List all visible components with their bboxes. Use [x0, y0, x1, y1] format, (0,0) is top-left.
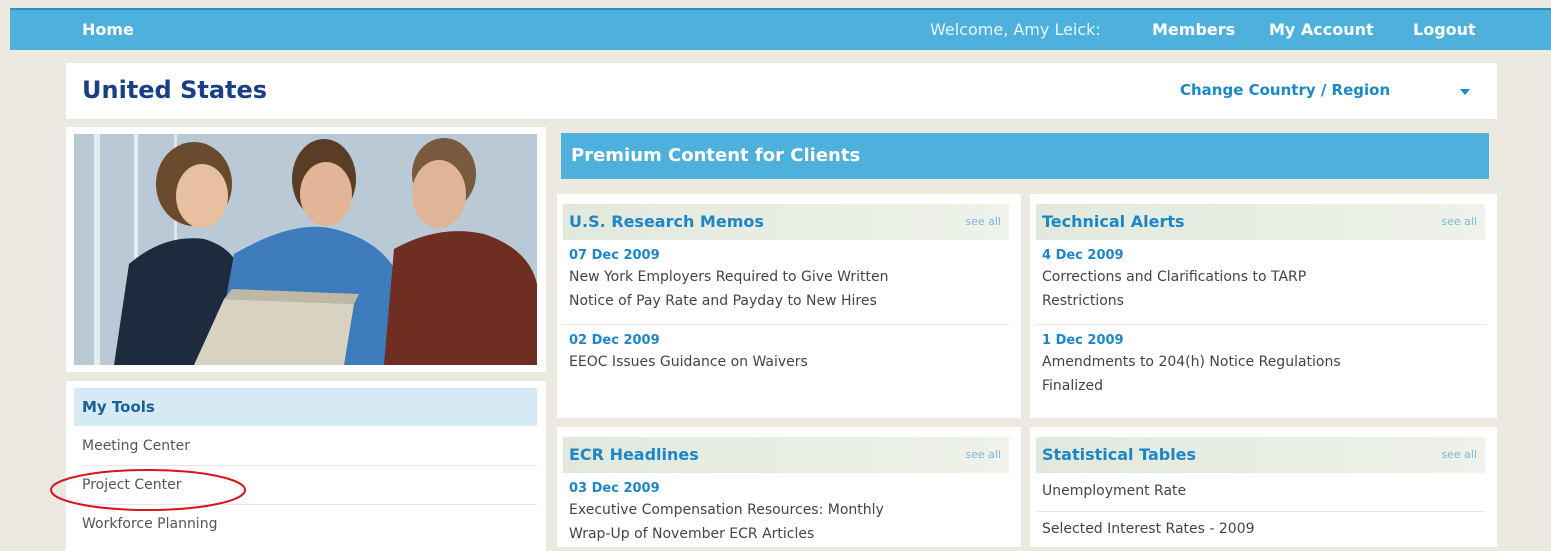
highlight-circle	[50, 469, 246, 511]
statistical-tables-title: Statistical Tables	[1042, 445, 1197, 464]
country-header: United States Change Country / Region	[66, 63, 1497, 119]
page-title: United States	[82, 76, 268, 104]
item-date: 07 Dec 2009	[569, 248, 660, 263]
item-title-line[interactable]: Wrap-Up of November ECR Articles	[569, 522, 884, 546]
home-link[interactable]: Home	[82, 20, 134, 39]
tool-meeting-center[interactable]: Meeting Center	[82, 427, 537, 466]
members-link[interactable]: Members	[1152, 20, 1235, 39]
item-title-line[interactable]: New York Employers Required to Give Writ…	[569, 265, 888, 289]
statistical-tables-header: Statistical Tables see all	[1036, 437, 1485, 473]
list-item[interactable]: 02 Dec 2009 EEOC Issues Guidance on Waiv…	[569, 332, 808, 374]
divider	[563, 324, 1009, 325]
stat-table-link[interactable]: Selected Interest Rates - 2009	[1042, 517, 1255, 541]
research-memos-title: U.S. Research Memos	[569, 212, 764, 231]
welcome-text: Welcome, Amy Leick:	[930, 20, 1101, 39]
item-title-line[interactable]: EEOC Issues Guidance on Waivers	[569, 350, 808, 374]
chevron-down-icon[interactable]	[1460, 89, 1470, 95]
my-tools-title: My Tools	[82, 398, 155, 416]
logout-link[interactable]: Logout	[1413, 20, 1476, 39]
statistical-tables-panel: Statistical Tables see all Unemployment …	[1030, 427, 1497, 547]
team-photo-illustration	[74, 134, 537, 365]
ecr-headlines-title: ECR Headlines	[569, 445, 699, 464]
item-date: 1 Dec 2009	[1042, 333, 1124, 348]
technical-alerts-see-all[interactable]: see all	[1441, 215, 1477, 228]
change-country-link[interactable]: Change Country / Region	[1180, 81, 1390, 99]
technical-alerts-title: Technical Alerts	[1042, 212, 1185, 231]
technical-alerts-header: Technical Alerts see all	[1036, 204, 1485, 240]
ecr-headlines-header: ECR Headlines see all	[563, 437, 1009, 473]
item-date: 4 Dec 2009	[1042, 248, 1124, 263]
item-title-line[interactable]: Notice of Pay Rate and Payday to New Hir…	[569, 289, 888, 313]
stat-table-link[interactable]: Unemployment Rate	[1042, 479, 1186, 503]
item-date: 03 Dec 2009	[569, 481, 660, 496]
item-title-line[interactable]: Amendments to 204(h) Notice Regulations	[1042, 350, 1341, 374]
list-item[interactable]: 03 Dec 2009 Executive Compensation Resou…	[569, 480, 884, 546]
ecr-headlines-see-all[interactable]: see all	[965, 448, 1001, 461]
my-tools-header: My Tools	[74, 388, 537, 426]
divider	[1036, 511, 1485, 512]
list-item[interactable]: 4 Dec 2009 Corrections and Clarification…	[1042, 247, 1306, 313]
research-memos-header: U.S. Research Memos see all	[563, 204, 1009, 240]
premium-content-title: Premium Content for Clients	[571, 145, 861, 166]
ecr-headlines-panel: ECR Headlines see all 03 Dec 2009 Execut…	[557, 427, 1021, 547]
list-item[interactable]: 07 Dec 2009 New York Employers Required …	[569, 247, 888, 313]
premium-content-bar: Premium Content for Clients	[561, 133, 1489, 179]
divider	[1036, 324, 1485, 325]
item-title-line[interactable]: Corrections and Clarifications to TARP	[1042, 265, 1306, 289]
hero-photo-box	[66, 127, 546, 372]
item-title-line[interactable]: Restrictions	[1042, 289, 1306, 313]
statistical-tables-see-all[interactable]: see all	[1441, 448, 1477, 461]
item-title-line[interactable]: Executive Compensation Resources: Monthl…	[569, 498, 884, 522]
research-memos-see-all[interactable]: see all	[965, 215, 1001, 228]
research-memos-panel: U.S. Research Memos see all 07 Dec 2009 …	[557, 194, 1021, 418]
list-item[interactable]: 1 Dec 2009 Amendments to 204(h) Notice R…	[1042, 332, 1341, 398]
top-nav-bar: Home Welcome, Amy Leick: Members My Acco…	[10, 8, 1551, 50]
technical-alerts-panel: Technical Alerts see all 4 Dec 2009 Corr…	[1030, 194, 1497, 418]
my-account-link[interactable]: My Account	[1269, 20, 1374, 39]
team-photo	[74, 134, 537, 365]
item-date: 02 Dec 2009	[569, 333, 660, 348]
item-title-line[interactable]: Finalized	[1042, 374, 1341, 398]
